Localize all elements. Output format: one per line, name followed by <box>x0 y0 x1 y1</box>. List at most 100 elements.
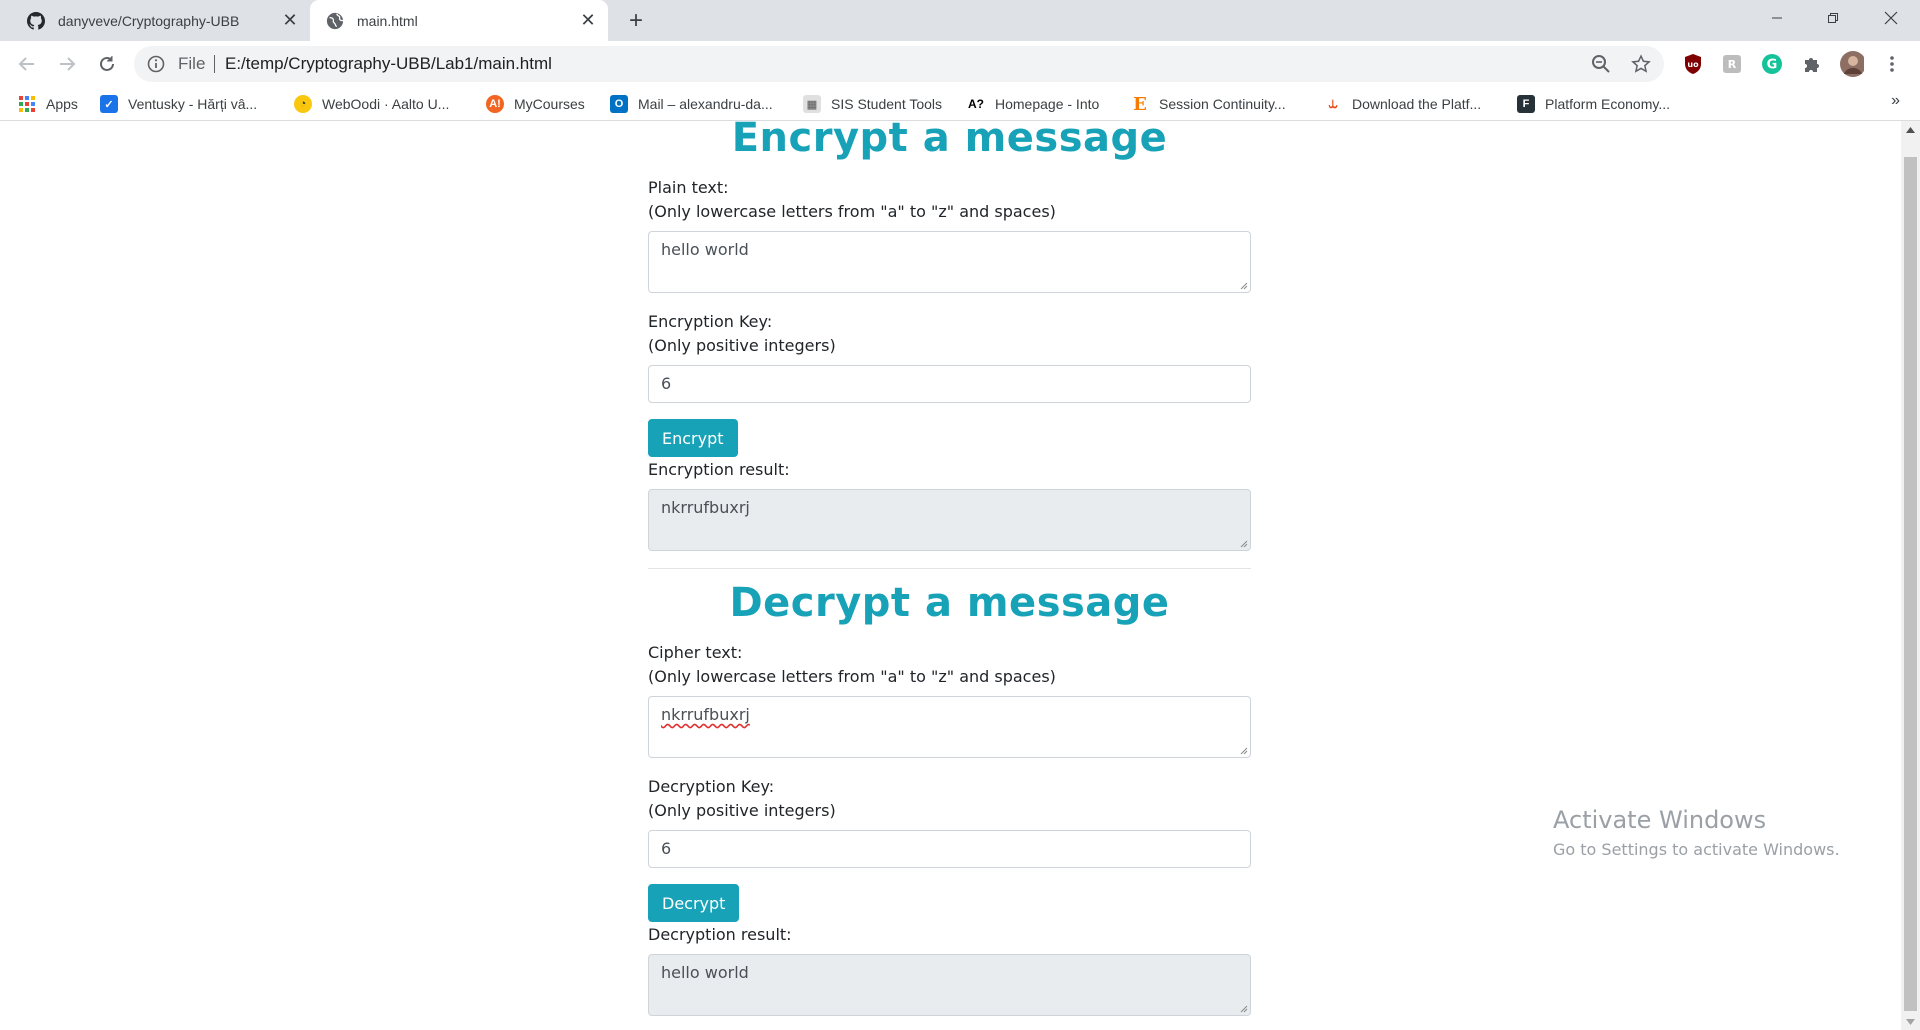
address-separator <box>214 55 215 73</box>
zoom-icon[interactable] <box>1589 52 1613 76</box>
url-text[interactable]: E:/temp/Cryptography-UBB/Lab1/main.html <box>225 54 552 74</box>
resize-grip-icon[interactable] <box>1238 745 1248 755</box>
bookmark-label: Download the Platf... <box>1352 96 1482 112</box>
restore-window-icon[interactable] <box>1806 0 1860 36</box>
encryption-result-output[interactable]: nkrrufbuxrj <box>648 489 1251 551</box>
globe-icon <box>325 11 345 31</box>
avatar[interactable] <box>1840 51 1864 77</box>
resize-grip-icon[interactable] <box>1238 280 1248 290</box>
tab-main-html[interactable]: main.html ✕ <box>310 0 608 41</box>
resize-grip-icon[interactable] <box>1238 1003 1248 1013</box>
close-window-icon[interactable] <box>1864 0 1918 36</box>
bookmark-outlook-mail[interactable]: O Mail – alexandru-da... <box>610 92 773 116</box>
bookmark-apps[interactable]: Apps <box>18 92 78 116</box>
scrollbar-thumb[interactable] <box>1904 157 1917 1011</box>
cipher-text-label: Cipher text: <box>648 643 743 662</box>
bookmark-label: Ventusky - Hărți vâ... <box>128 96 258 112</box>
svg-text:uo: uo <box>1687 60 1699 69</box>
decryption-result-value: hello world <box>661 963 749 982</box>
watermark-subtitle: Go to Settings to activate Windows. <box>1553 840 1840 859</box>
close-tab-icon[interactable]: ✕ <box>278 9 302 33</box>
address-bar[interactable]: File E:/temp/Cryptography-UBB/Lab1/main.… <box>134 46 1664 82</box>
bookmark-label: Session Continuity... <box>1159 96 1286 112</box>
new-tab-button[interactable]: + <box>624 7 648 34</box>
decryption-key-input[interactable]: 6 <box>648 830 1251 868</box>
bookmark-ventusky[interactable]: ✓ Ventusky - Hărți vâ... <box>100 92 257 116</box>
bookmark-into-homepage[interactable]: A? Homepage - Into <box>967 92 1099 116</box>
reload-icon[interactable] <box>91 48 123 80</box>
scroll-up-arrow-icon[interactable] <box>1901 121 1920 138</box>
encryption-key-label: Encryption Key: <box>648 312 773 331</box>
encrypt-button[interactable]: Encrypt <box>648 419 738 457</box>
tab-title: danyveve/Cryptography-UBB <box>58 12 240 29</box>
back-arrow-icon[interactable] <box>11 48 43 80</box>
encryption-key-input[interactable]: 6 <box>648 365 1251 403</box>
section-divider <box>648 568 1251 569</box>
watermark-title: Activate Windows <box>1553 806 1767 834</box>
into-icon: A? <box>968 97 984 111</box>
scroll-down-arrow-icon[interactable] <box>1901 1013 1920 1030</box>
plain-text-value: hello world <box>661 240 749 259</box>
ublock-icon[interactable]: uo <box>1681 52 1705 76</box>
bookmark-platform-economy[interactable]: F Platform Economy... <box>1517 92 1670 116</box>
svg-text:G: G <box>1767 58 1778 73</box>
weboodi-icon: ◔ <box>294 95 312 113</box>
encryption-result-value: nkrrufbuxrj <box>661 498 750 517</box>
github-icon <box>26 11 46 31</box>
cipher-text-input[interactable]: nkrrufbuxrj <box>648 696 1251 758</box>
close-tab-icon[interactable]: ✕ <box>576 9 600 33</box>
decryption-result-output[interactable]: hello world <box>648 954 1251 1016</box>
extensions-puzzle-icon[interactable] <box>1800 52 1824 76</box>
menu-kebab-icon[interactable] <box>1880 52 1904 76</box>
plain-text-input[interactable]: hello world <box>648 231 1251 293</box>
decryption-result-label: Decryption result: <box>648 925 792 944</box>
sis-icon: ▦ <box>803 95 821 113</box>
resize-grip-icon[interactable] <box>1238 538 1248 548</box>
decryption-key-label: Decryption Key: <box>648 777 775 796</box>
extension-grey-icon[interactable]: R <box>1720 52 1744 76</box>
tab-github-repo[interactable]: danyveve/Cryptography-UBB ✕ <box>8 0 310 41</box>
browser-toolbar: File E:/temp/Cryptography-UBB/Lab1/main.… <box>0 41 1920 87</box>
grammarly-icon[interactable]: G <box>1760 52 1784 76</box>
plain-text-hint: (Only lowercase letters from "a" to "z" … <box>648 202 1056 221</box>
vertical-scrollbar[interactable] <box>1901 121 1920 1030</box>
windows-activation-watermark: Activate Windows Go to Settings to activ… <box>1553 806 1840 859</box>
bookmark-label: Mail – alexandru-da... <box>638 96 773 112</box>
outlook-icon: O <box>610 95 628 113</box>
more-bookmarks-icon[interactable]: » <box>1891 92 1900 116</box>
cipher-text-value: nkrrufbuxrj <box>661 705 750 724</box>
decryption-key-hint: (Only positive integers) <box>648 801 836 820</box>
tab-strip: danyveve/Cryptography-UBB ✕ main.html ✕ … <box>0 0 1920 41</box>
bookmark-sis-student-tools[interactable]: ▦ SIS Student Tools <box>803 92 942 116</box>
minimize-window-icon[interactable] <box>1750 0 1804 36</box>
site-info-icon[interactable] <box>146 54 166 74</box>
encryption-key-value: 6 <box>661 374 672 393</box>
url-scheme-label: File <box>178 54 206 73</box>
bookmark-star-icon[interactable] <box>1629 52 1653 76</box>
encryption-key-hint: (Only positive integers) <box>648 336 836 355</box>
platform-economy-icon: F <box>1517 95 1535 113</box>
bookmark-label: Homepage - Into <box>995 96 1100 112</box>
ventusky-icon: ✓ <box>100 95 118 113</box>
encryption-result-label: Encryption result: <box>648 460 790 479</box>
download-platform-icon: ⥿ <box>1328 95 1338 112</box>
page-viewport: Encrypt a message Plain text: (Only lowe… <box>0 121 1901 1030</box>
apps-grid-icon <box>18 95 36 113</box>
cipher-text-hint: (Only lowercase letters from "a" to "z" … <box>648 667 1056 686</box>
bookmark-label: WebOodi · Aalto U... <box>322 96 450 112</box>
forward-arrow-icon[interactable] <box>51 48 83 80</box>
bookmark-label: Apps <box>46 96 78 112</box>
bookmark-download-platform[interactable]: ⥿ Download the Platf... <box>1324 92 1481 116</box>
decrypt-heading: Decrypt a message <box>729 580 1170 626</box>
bookmark-weboodi[interactable]: ◔ WebOodi · Aalto U... <box>294 92 449 116</box>
encrypt-heading: Encrypt a message <box>731 121 1168 161</box>
bookmark-mycourses[interactable]: A! MyCourses <box>486 92 585 116</box>
mycourses-icon: A! <box>486 95 504 113</box>
plain-text-label: Plain text: <box>648 178 729 197</box>
svg-text:R: R <box>1728 58 1737 71</box>
tab-title: main.html <box>357 12 418 29</box>
decrypt-button[interactable]: Decrypt <box>648 884 740 922</box>
session-icon: E <box>1133 93 1147 115</box>
bookmark-label: Platform Economy... <box>1545 96 1671 112</box>
bookmark-session-continuity[interactable]: E Session Continuity... <box>1131 92 1286 116</box>
